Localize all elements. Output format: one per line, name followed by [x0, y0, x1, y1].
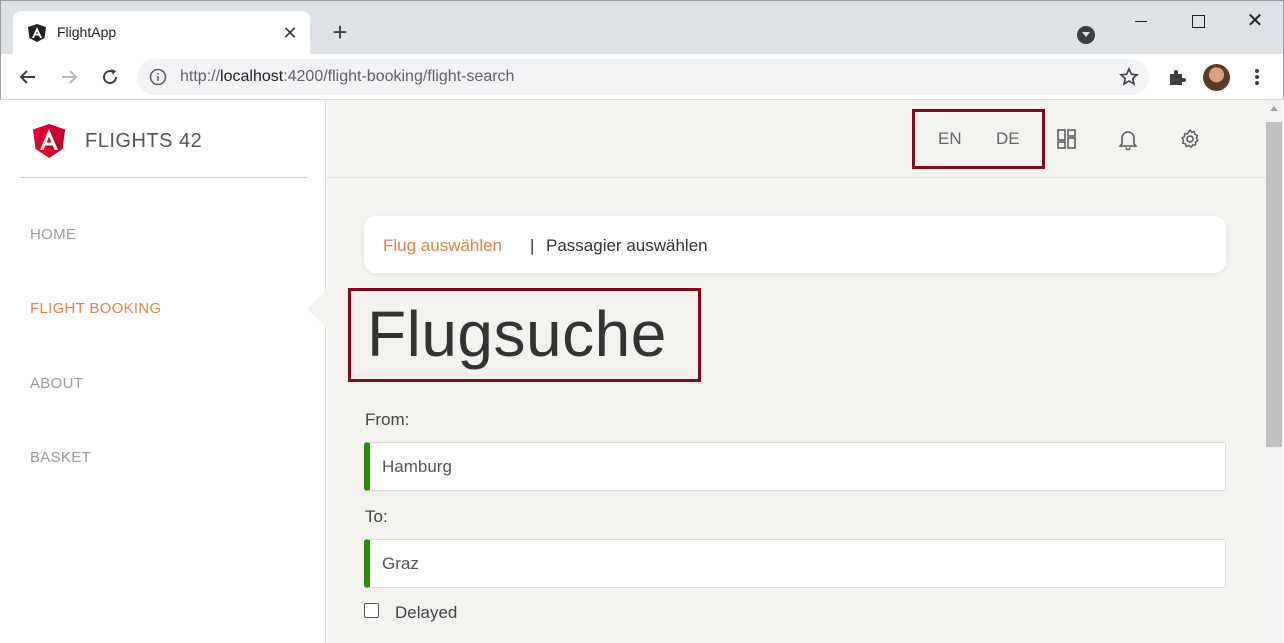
- delayed-checkbox[interactable]: [364, 603, 379, 618]
- sidebar-item-basket[interactable]: BASKET: [30, 449, 91, 466]
- breadcrumb-link-select-flight[interactable]: Flug auswählen: [383, 236, 502, 256]
- address-bar[interactable]: http://localhost:4200/flight-booking/fli…: [137, 59, 1149, 95]
- brand-name: FLIGHTS 42: [85, 130, 203, 152]
- to-input[interactable]: [382, 540, 1212, 587]
- forward-icon[interactable]: [56, 64, 82, 90]
- info-icon[interactable]: [149, 68, 167, 86]
- from-label: From:: [365, 410, 410, 429]
- delayed-label: Delayed: [395, 603, 458, 622]
- lang-en-button[interactable]: EN: [938, 129, 962, 149]
- lang-de-button[interactable]: DE: [996, 129, 1020, 149]
- to-label: To:: [365, 507, 388, 526]
- extensions-icon[interactable]: [1164, 64, 1190, 90]
- from-field-wrapper: [364, 442, 1226, 491]
- scroll-up-arrow-icon[interactable]: [1270, 106, 1278, 111]
- reload-icon[interactable]: [97, 64, 123, 90]
- gear-icon[interactable]: [1179, 128, 1201, 150]
- main-content: EN DE Flug auswählen | Passagier auswähl…: [327, 100, 1265, 643]
- browser-titlebar: FlightApp ✕ + ✕: [0, 0, 1284, 55]
- sidebar-item-flight-booking[interactable]: FLIGHT BOOKING: [30, 300, 161, 317]
- scrollbar[interactable]: [1265, 100, 1283, 643]
- page-title: Flugsuche: [367, 298, 667, 370]
- url-path: :4200/flight-booking/flight-search: [283, 68, 515, 85]
- maximize-button[interactable]: [1178, 7, 1218, 35]
- window-close-button[interactable]: ✕: [1235, 7, 1275, 35]
- url-host: localhost: [220, 68, 284, 85]
- url-text: http://localhost:4200/flight-booking/fli…: [180, 68, 514, 86]
- active-nav-indicator: [307, 290, 327, 328]
- breadcrumb: Flug auswählen | Passagier auswählen: [364, 216, 1226, 273]
- new-tab-button[interactable]: +: [327, 19, 353, 45]
- page-title-highlight: Flugsuche: [348, 288, 701, 382]
- back-icon[interactable]: [15, 64, 41, 90]
- sidebar-item-about[interactable]: ABOUT: [30, 375, 83, 392]
- to-field-wrapper: [364, 539, 1226, 588]
- tab-title: FlightApp: [57, 24, 117, 40]
- url-prefix: http://: [180, 68, 221, 85]
- app-container: FLIGHTS 42 HOME FLIGHT BOOKING ABOUT BAS…: [1, 100, 1283, 643]
- menu-icon[interactable]: [1244, 64, 1270, 90]
- breadcrumb-current: Passagier auswählen: [546, 236, 708, 255]
- browser-toolbar: http://localhost:4200/flight-booking/fli…: [0, 54, 1284, 100]
- tab-search-icon[interactable]: [1077, 26, 1095, 44]
- dashboard-icon[interactable]: [1056, 128, 1078, 150]
- minimize-button[interactable]: [1121, 7, 1161, 35]
- breadcrumb-separator: |: [530, 236, 535, 255]
- top-navbar: EN DE: [327, 100, 1265, 178]
- sidebar: FLIGHTS 42 HOME FLIGHT BOOKING ABOUT BAS…: [1, 100, 326, 643]
- bookmark-star-icon[interactable]: [1119, 67, 1139, 87]
- tab-close-icon[interactable]: ✕: [280, 23, 300, 43]
- bell-icon[interactable]: [1117, 128, 1139, 150]
- angular-logo-icon: [33, 124, 65, 158]
- scroll-thumb[interactable]: [1266, 122, 1282, 447]
- profile-avatar[interactable]: [1203, 64, 1230, 91]
- brand: FLIGHTS 42: [20, 100, 307, 178]
- from-input[interactable]: [382, 443, 1212, 490]
- angular-icon: [28, 24, 46, 42]
- browser-tab[interactable]: FlightApp ✕: [13, 11, 310, 55]
- sidebar-item-home[interactable]: HOME: [30, 226, 76, 243]
- language-switcher: [912, 109, 1045, 169]
